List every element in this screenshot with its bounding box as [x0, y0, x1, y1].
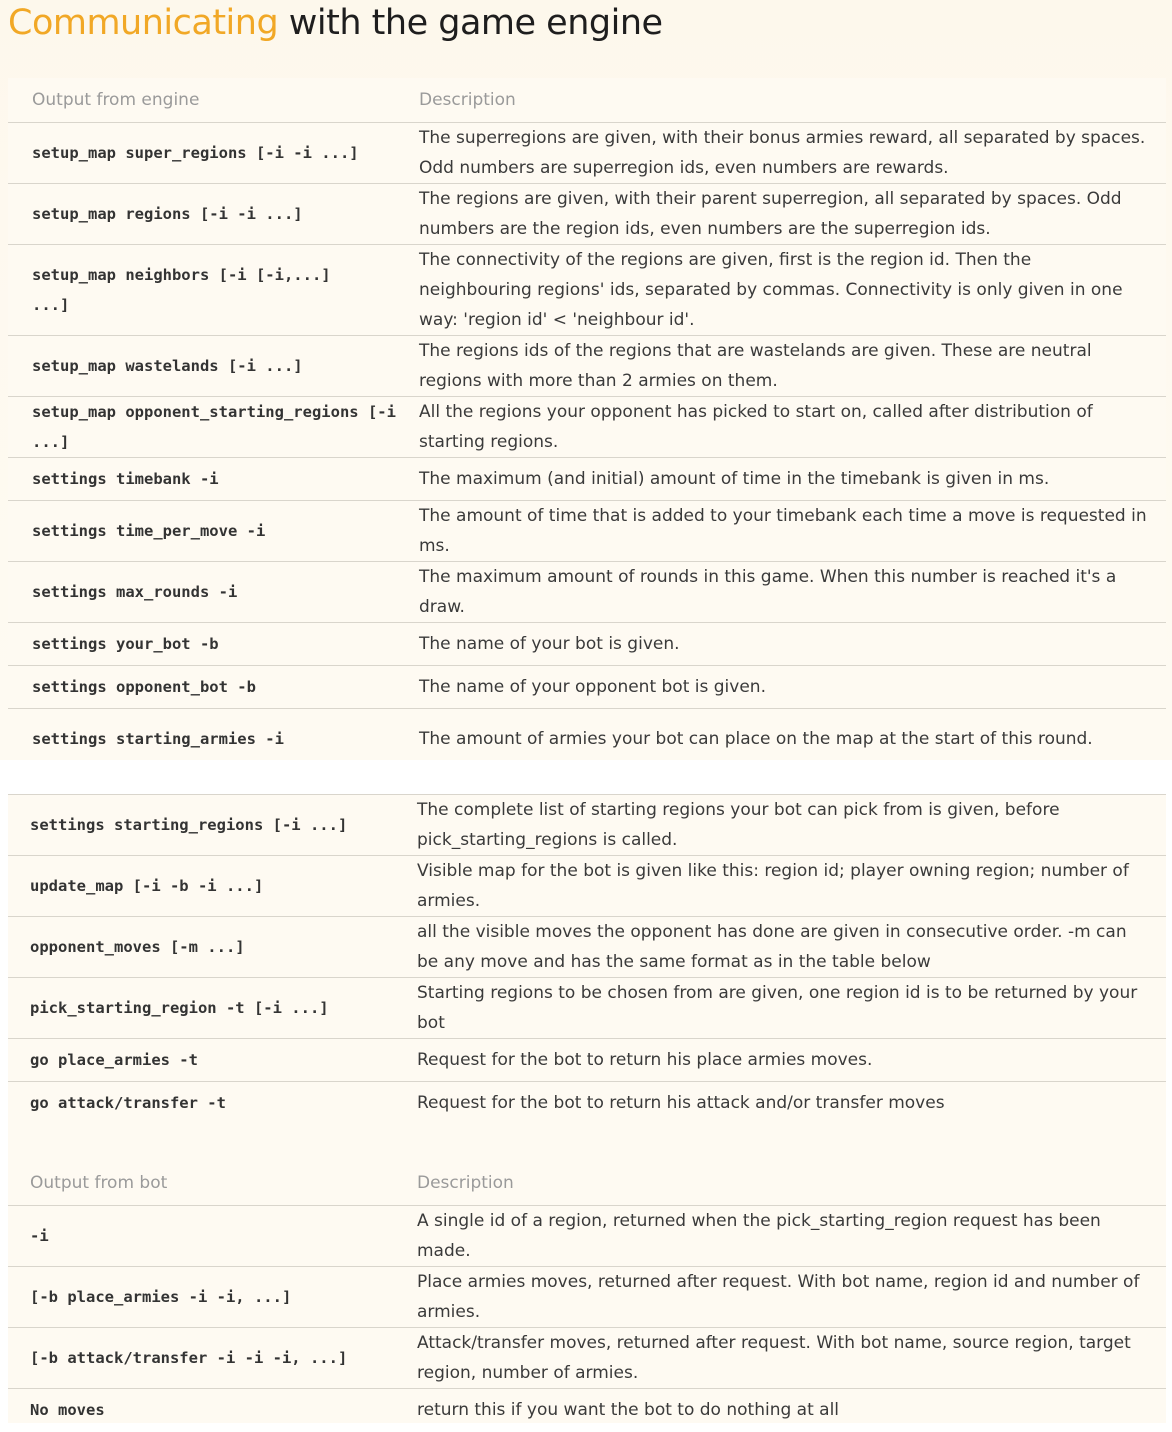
description-cell: The name of your opponent bot is given.: [413, 665, 1166, 709]
table-row: settings max_rounds -i The maximum amoun…: [8, 561, 1166, 623]
engine-table-continued: settings starting_regions [-i ...] The c…: [8, 795, 1166, 1125]
description-cell: Attack/transfer moves, returned after re…: [413, 1327, 1166, 1389]
description-cell: All the regions your opponent has picked…: [413, 396, 1166, 458]
command-cell: pick_starting_region -t [-i ...]: [8, 977, 413, 1039]
description-cell: all the visible moves the opponent has d…: [413, 916, 1166, 978]
command-cell: settings timebank -i: [8, 457, 413, 501]
engine-table-block: Output from engine Description setup_map…: [8, 78, 1166, 760]
table-row: settings starting_armies -i The amount o…: [8, 709, 1166, 769]
description-cell: The name of your bot is given.: [413, 622, 1166, 666]
table-row: setup_map neighbors [-i [-i,...] ...] Th…: [8, 244, 1166, 336]
bot-table: Output from bot Description -i A single …: [8, 1160, 1166, 1432]
description-cell: Request for the bot to return his attack…: [417, 1093, 945, 1114]
description-cell: A single id of a region, returned when t…: [413, 1205, 1166, 1267]
description-cell: The connectivity of the regions are give…: [413, 244, 1166, 336]
command-cell: [-b place_armies -i -i, ...]: [8, 1266, 413, 1328]
description-cell: The maximum (and initial) amount of time…: [413, 457, 1166, 501]
description-cell: The amount of armies your bot can place …: [419, 728, 1093, 749]
page-title-rest: with the game engine: [278, 3, 663, 43]
table-row: settings time_per_move -i The amount of …: [8, 500, 1166, 562]
description-cell: return this if you want the bot to do no…: [417, 1399, 840, 1420]
command-cell: setup_map super_regions [-i -i ...]: [8, 122, 413, 184]
header-description: Description: [413, 78, 1166, 123]
table-row: update_map [-i -b -i ...] Visible map fo…: [8, 855, 1166, 917]
table-row: settings timebank -i The maximum (and in…: [8, 457, 1166, 501]
table-row: setup_map super_regions [-i -i ...] The …: [8, 122, 1166, 184]
command-cell: settings max_rounds -i: [8, 561, 413, 623]
table-row: settings opponent_bot -b The name of you…: [8, 665, 1166, 709]
table-row: setup_map regions [-i -i ...] The region…: [8, 183, 1166, 245]
description-cell: The regions are given, with their parent…: [413, 183, 1166, 245]
engine-table: Output from engine Description setup_map…: [8, 78, 1166, 769]
description-cell: The superregions are given, with their b…: [413, 122, 1166, 184]
bot-table-header: Output from bot Description: [8, 1160, 1166, 1206]
description-cell: Place armies moves, returned after reque…: [413, 1266, 1166, 1328]
table-row: go place_armies -t Request for the bot t…: [8, 1038, 1166, 1082]
description-cell: Starting regions to be chosen from are g…: [413, 977, 1166, 1039]
table-row: setup_map opponent_starting_regions [-i …: [8, 396, 1166, 458]
table-row: -i A single id of a region, returned whe…: [8, 1205, 1166, 1267]
command-cell: go place_armies -t: [8, 1038, 413, 1082]
description-cell: The maximum amount of rounds in this gam…: [413, 561, 1166, 623]
table-row: go attack/transfer -t Request for the bo…: [8, 1082, 1166, 1125]
command-cell: setup_map wastelands [-i ...]: [8, 335, 413, 397]
description-cell: Visible map for the bot is given like th…: [413, 855, 1166, 917]
table-row: settings starting_regions [-i ...] The c…: [8, 795, 1166, 856]
command-cell: No moves: [30, 1400, 105, 1419]
command-cell: settings time_per_move -i: [8, 500, 413, 562]
header-output-from-engine: Output from engine: [8, 78, 413, 123]
command-cell: -i: [8, 1205, 413, 1267]
description-cell: The complete list of starting regions yo…: [413, 795, 1166, 856]
command-cell: settings opponent_bot -b: [8, 665, 413, 709]
description-cell: Request for the bot to return his place …: [413, 1038, 1166, 1082]
command-cell: setup_map opponent_starting_regions [-i …: [8, 396, 413, 458]
header-description: Description: [413, 1160, 1166, 1206]
command-cell: update_map [-i -b -i ...]: [8, 855, 413, 917]
engine-table-continued-block: settings starting_regions [-i ...] The c…: [8, 794, 1166, 1423]
command-cell: setup_map neighbors [-i [-i,...] ...]: [8, 244, 413, 336]
table-row: setup_map wastelands [-i ...] The region…: [8, 335, 1166, 397]
table-row: [-b attack/transfer -i -i -i, ...] Attac…: [8, 1327, 1166, 1389]
description-cell: The amount of time that is added to your…: [413, 500, 1166, 562]
command-cell: settings starting_regions [-i ...]: [8, 795, 413, 856]
command-cell: opponent_moves [-m ...]: [8, 916, 413, 978]
page-title-accent: Communicating: [8, 3, 279, 43]
header-output-from-bot: Output from bot: [8, 1160, 413, 1206]
command-cell: go attack/transfer -t: [30, 1094, 226, 1113]
command-cell: settings starting_armies -i: [32, 729, 284, 748]
table-row: [-b place_armies -i -i, ...] Place armie…: [8, 1266, 1166, 1328]
table-row: settings your_bot -b The name of your bo…: [8, 622, 1166, 666]
description-cell: The regions ids of the regions that are …: [413, 335, 1166, 397]
table-row: opponent_moves [-m ...] all the visible …: [8, 916, 1166, 978]
command-cell: [-b attack/transfer -i -i -i, ...]: [8, 1327, 413, 1389]
page-title: Communicating with the game engine: [8, 0, 663, 50]
command-cell: setup_map regions [-i -i ...]: [8, 183, 413, 245]
table-row: No moves return this if you want the bot…: [8, 1388, 1166, 1431]
engine-table-header: Output from engine Description: [8, 78, 1166, 123]
command-cell: settings your_bot -b: [8, 622, 413, 666]
table-row: pick_starting_region -t [-i ...] Startin…: [8, 977, 1166, 1039]
